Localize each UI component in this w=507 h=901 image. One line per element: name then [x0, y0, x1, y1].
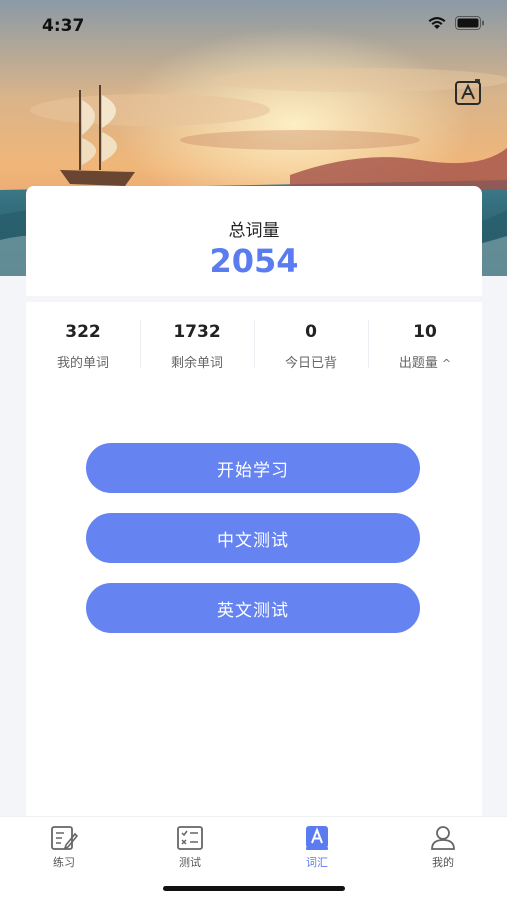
stat-label-wrap: 出题量 ^ — [368, 352, 482, 371]
tab-test[interactable]: 测试 — [150, 825, 230, 870]
stat-today-learned: 0 今日已背 — [254, 302, 368, 380]
chinese-test-button[interactable]: 中文测试 — [86, 513, 420, 563]
stat-label: 我的单词 — [56, 356, 109, 371]
stat-value: 0 — [305, 322, 317, 342]
profile-icon — [431, 826, 455, 850]
tab-practice[interactable]: 练习 — [24, 825, 104, 870]
question-count-selector[interactable]: 10 出题量 ^ — [368, 302, 482, 380]
english-test-button[interactable]: 英文测试 — [86, 583, 420, 633]
start-learning-button[interactable]: 开始学习 — [86, 443, 420, 493]
tab-vocabulary[interactable]: 词汇 — [277, 825, 357, 870]
home-indicator — [163, 886, 345, 891]
tab-label: 我的 — [432, 856, 454, 869]
stat-label: 剩余单词 — [170, 356, 223, 371]
stat-value: 10 — [413, 322, 437, 342]
dictionary-icon — [455, 79, 481, 105]
tab-label: 测试 — [179, 856, 201, 869]
stat-label: 出题量 — [398, 356, 438, 371]
wifi-icon — [428, 17, 446, 29]
status-icons — [427, 16, 485, 30]
practice-icon — [51, 826, 78, 850]
stats-row: 322 我的单词 1732 剩余单词 0 今日已背 10 出题量 ^ — [26, 302, 482, 380]
stat-value: 1732 — [173, 322, 221, 342]
status-time: 4:37 — [42, 16, 85, 36]
test-icon — [177, 826, 203, 850]
chevron-up-icon: ^ — [441, 357, 452, 370]
stat-label: 今日已背 — [284, 356, 337, 371]
total-words-card: 总词量 2054 — [26, 186, 482, 296]
dictionary-button[interactable] — [453, 78, 483, 108]
status-bar: 4:37 — [0, 0, 507, 50]
stat-my-words[interactable]: 322 我的单词 — [26, 302, 140, 380]
stats-card: 322 我的单词 1732 剩余单词 0 今日已背 10 出题量 ^ 开始学习 中… — [26, 302, 482, 816]
total-words-value: 2054 — [209, 242, 299, 280]
stat-remaining-words[interactable]: 1732 剩余单词 — [140, 302, 254, 380]
tab-profile[interactable]: 我的 — [403, 825, 483, 870]
tab-label: 词汇 — [306, 856, 328, 869]
battery-icon — [455, 16, 484, 30]
total-words-label: 总词量 — [228, 221, 280, 241]
vocabulary-icon — [306, 826, 328, 850]
tab-label: 练习 — [53, 856, 75, 869]
stat-value: 322 — [65, 322, 101, 342]
